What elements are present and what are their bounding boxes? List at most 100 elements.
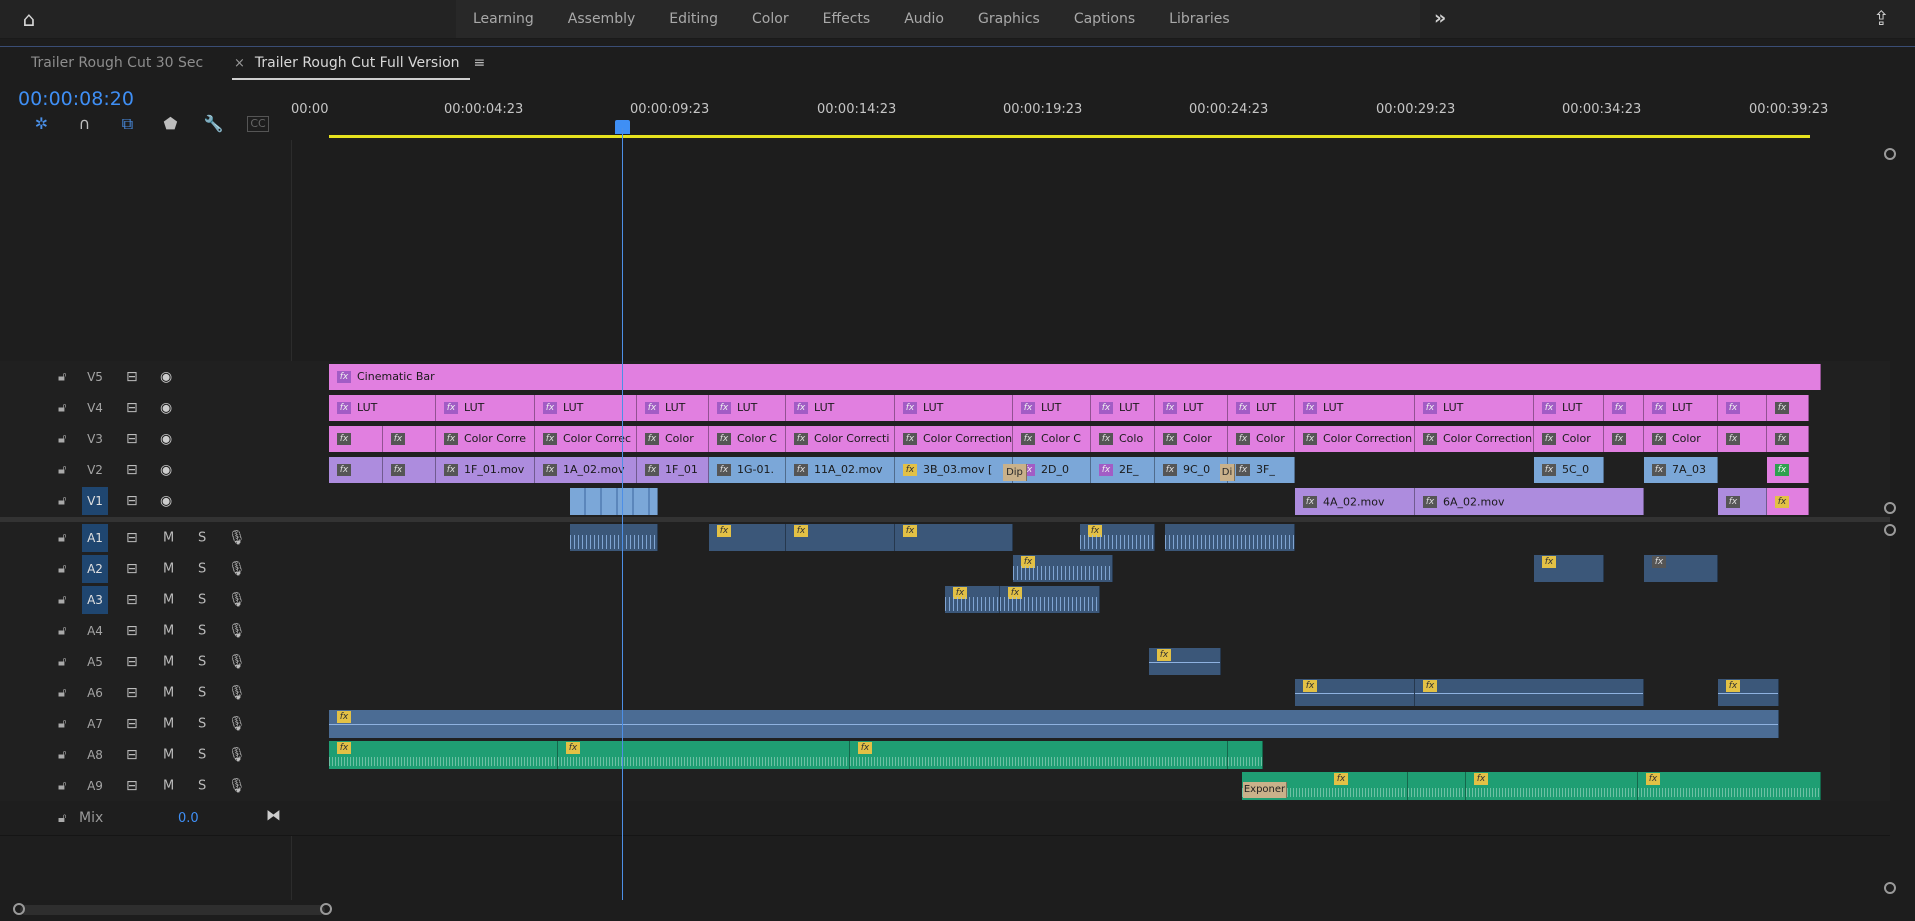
microphone-icon[interactable]: 🎙︎ xyxy=(228,592,246,608)
clip[interactable]: fx LUT xyxy=(895,395,1013,421)
linked-selection-icon[interactable]: ∩ xyxy=(63,114,106,134)
track-name[interactable]: A6 xyxy=(82,679,108,707)
mute-button[interactable]: M xyxy=(163,530,174,545)
clip[interactable] xyxy=(570,488,658,515)
clip[interactable]: fx xyxy=(1604,395,1644,421)
clip[interactable]: fx xyxy=(1718,395,1767,421)
clip[interactable]: fx LUT xyxy=(709,395,786,421)
lock-icon[interactable]: 🔓︎ xyxy=(58,561,66,576)
sync-lock-icon[interactable]: ⊟ xyxy=(126,592,138,608)
close-icon[interactable]: × xyxy=(234,56,245,71)
audio-clip[interactable]: fx xyxy=(1295,679,1415,706)
track-name[interactable]: V3 xyxy=(82,425,108,453)
clip[interactable]: fx Color xyxy=(1228,426,1295,452)
tab-trailer-30-sec[interactable]: Trailer Rough Cut 30 Sec xyxy=(31,55,203,71)
clip[interactable]: fx xyxy=(329,457,383,483)
audio-clip[interactable] xyxy=(1408,772,1466,800)
track-name[interactable]: A3 xyxy=(82,585,108,614)
clip[interactable]: fx LUT xyxy=(786,395,895,421)
solo-button[interactable]: S xyxy=(198,530,206,545)
clip[interactable]: fx Color Correcti xyxy=(786,426,895,452)
time-ruler[interactable]: 00:00 00:00:04:23 00:00:09:23 00:00:14:2… xyxy=(291,88,1891,118)
eye-icon[interactable]: ◉ xyxy=(160,431,172,447)
clip[interactable]: fx LUT xyxy=(1295,395,1415,421)
captions-icon[interactable]: CC xyxy=(247,116,269,132)
audio-clip[interactable]: fx xyxy=(850,741,1228,769)
clip[interactable]: fx xyxy=(1767,426,1809,452)
audio-clip[interactable]: fx xyxy=(329,741,558,769)
eye-icon[interactable]: ◉ xyxy=(160,462,172,478)
transition-dip[interactable]: Di xyxy=(1220,464,1235,481)
sync-lock-icon[interactable]: ⊟ xyxy=(126,462,138,478)
clip[interactable]: fx 1G-01. xyxy=(709,457,786,483)
track-name[interactable]: A5 xyxy=(82,648,108,676)
audio-clip[interactable]: fx xyxy=(1415,679,1644,706)
clip[interactable]: fx Colo xyxy=(1091,426,1155,452)
track-name[interactable]: V2 xyxy=(82,456,108,484)
panel-menu-icon[interactable]: ≡ xyxy=(474,55,486,71)
clip[interactable]: fx LUT xyxy=(436,395,535,421)
clip[interactable]: fx LUT xyxy=(637,395,709,421)
lock-icon[interactable]: 🔓︎ xyxy=(58,685,66,700)
clip[interactable]: fx 6A_02.mov xyxy=(1415,488,1644,515)
audio-clip[interactable] xyxy=(1228,741,1263,769)
microphone-icon[interactable]: 🎙︎ xyxy=(228,623,246,639)
lock-icon[interactable]: 🔓︎ xyxy=(58,747,66,762)
clip[interactable]: fx 4A_02.mov xyxy=(1295,488,1415,515)
clip[interactable]: fx xyxy=(329,426,383,452)
clip[interactable]: fx 5C_0 xyxy=(1534,457,1604,483)
mute-button[interactable]: M xyxy=(163,561,174,576)
clip[interactable]: fx Color xyxy=(637,426,709,452)
sync-lock-icon[interactable]: ⊟ xyxy=(126,654,138,670)
microphone-icon[interactable]: 🎙︎ xyxy=(228,530,246,546)
clip[interactable]: fx xyxy=(1718,426,1767,452)
clip[interactable]: fx Cinematic Bar xyxy=(329,364,1821,390)
audio-clip[interactable]: fx xyxy=(895,524,1013,551)
audio-clip[interactable]: fx xyxy=(1149,648,1221,675)
sync-lock-icon[interactable]: ⊟ xyxy=(126,493,138,509)
clip[interactable]: fx LUT xyxy=(1415,395,1534,421)
sync-lock-icon[interactable]: ⊟ xyxy=(126,431,138,447)
playhead-line[interactable] xyxy=(622,128,623,900)
lock-icon[interactable]: 🔓︎ xyxy=(58,530,66,545)
workspace-learning[interactable]: Learning xyxy=(473,11,534,27)
workspace-assembly[interactable]: Assembly xyxy=(568,11,635,27)
lock-icon[interactable]: 🔓︎ xyxy=(58,369,66,384)
snap-icon[interactable]: ✲ xyxy=(20,114,63,134)
mix-volume-value[interactable]: 0.0 xyxy=(178,811,199,826)
solo-button[interactable]: S xyxy=(198,778,206,793)
transition-exponential-fade[interactable]: Exponer xyxy=(1243,782,1287,798)
sync-lock-icon[interactable]: ⊟ xyxy=(126,747,138,763)
mute-button[interactable]: M xyxy=(163,592,174,607)
sync-lock-icon[interactable]: ⊟ xyxy=(126,400,138,416)
solo-button[interactable]: S xyxy=(198,747,206,762)
clip[interactable]: fx Color Correction xyxy=(1295,426,1415,452)
track-name[interactable]: V5 xyxy=(82,363,108,391)
solo-button[interactable]: S xyxy=(198,561,206,576)
audio-clip[interactable]: fx xyxy=(558,741,850,769)
zoom-handle-right[interactable] xyxy=(320,903,332,915)
clip[interactable]: fx LUT xyxy=(1155,395,1228,421)
lock-icon[interactable]: 🔓︎ xyxy=(58,716,66,731)
mute-button[interactable]: M xyxy=(163,623,174,638)
solo-button[interactable]: S xyxy=(198,685,206,700)
track-name[interactable]: A4 xyxy=(82,617,108,645)
eye-icon[interactable]: ◉ xyxy=(160,369,172,385)
lock-icon[interactable]: 🔓︎ xyxy=(58,811,66,826)
clip[interactable]: fx xyxy=(1604,426,1644,452)
solo-button[interactable]: S xyxy=(198,592,206,607)
lock-icon[interactable]: 🔓︎ xyxy=(58,623,66,638)
track-name[interactable]: A1 xyxy=(82,523,108,552)
lock-icon[interactable]: 🔓︎ xyxy=(58,431,66,446)
workspace-libraries[interactable]: Libraries xyxy=(1169,11,1229,27)
vertical-scrollbar[interactable] xyxy=(1890,140,1915,900)
audio-clip[interactable]: fx xyxy=(1718,679,1779,706)
sync-lock-icon[interactable]: ⊟ xyxy=(126,530,138,546)
mute-button[interactable]: M xyxy=(163,716,174,731)
clip[interactable]: fx Color Correction xyxy=(1415,426,1534,452)
sync-lock-icon[interactable]: ⊟ xyxy=(126,685,138,701)
audio-clip[interactable]: fx xyxy=(1013,555,1113,582)
clip[interactable]: fx LUT xyxy=(1644,395,1718,421)
lock-icon[interactable]: 🔓︎ xyxy=(58,654,66,669)
eye-icon[interactable]: ◉ xyxy=(160,493,172,509)
